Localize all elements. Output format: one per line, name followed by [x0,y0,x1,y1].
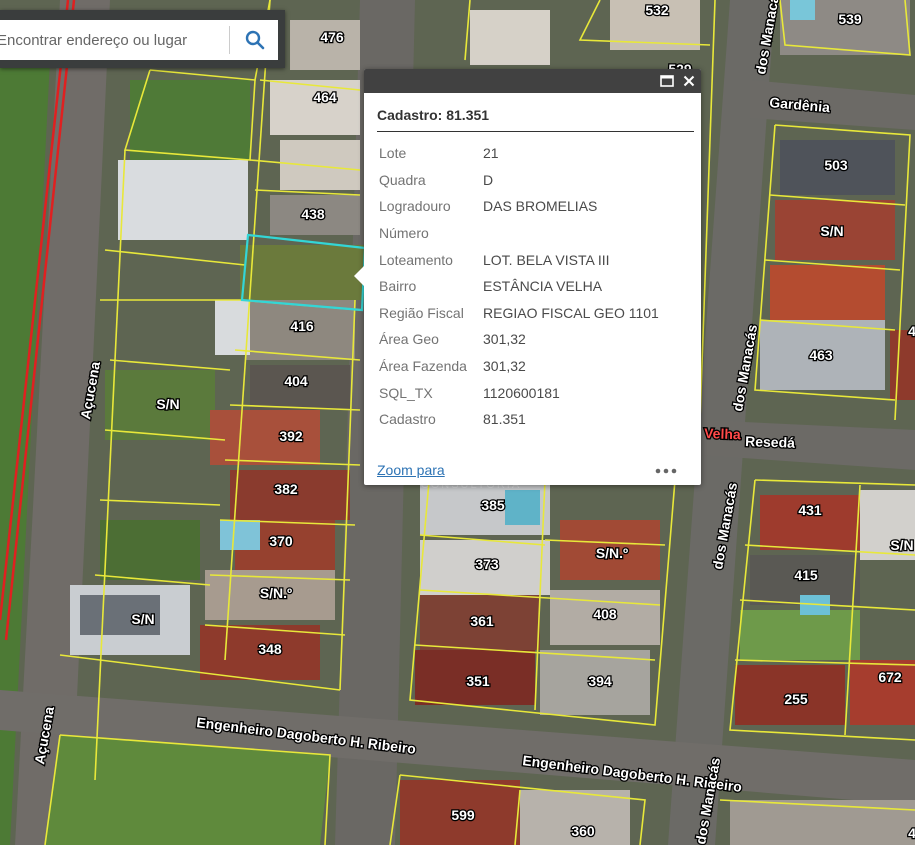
parcel-label: 539 [838,11,862,27]
street-label: Velha [704,425,741,442]
table-row: Quadra D [377,167,659,194]
attribute-value: 81.351 [483,411,526,428]
more-options-icon [655,468,677,474]
parcel-label: 438 [301,206,325,222]
close-icon [683,75,695,87]
parcel-label: 373 [475,556,499,572]
grass-area [100,520,200,580]
parcel-label: 370 [269,533,293,549]
attribute-key: Loteamento [379,251,453,268]
attribute-value: 1120600181 [483,384,560,401]
parcel-label: 361 [470,613,494,629]
parcel-label: S/N [131,611,154,627]
parcel-label: 463 [809,347,833,363]
attribute-key: Área Fazenda [379,358,467,375]
parcel-label: 532 [645,2,669,18]
parcel-label: 351 [466,673,490,689]
parcel-label: 255 [784,691,808,707]
attribute-value: 301,32 [483,358,526,375]
attribute-key: Número [379,225,429,242]
attribute-value: DAS BROMELIAS [483,198,598,215]
search-input[interactable] [0,20,225,60]
search-divider [229,26,230,54]
popup-title: Cadastro: 81.351 [377,107,490,123]
more-options-button[interactable] [654,462,678,480]
parcel-label: 404 [284,373,308,389]
parcel-label: 348 [258,641,282,657]
table-row: SQL_TX 1120600181 [377,379,659,406]
parcel-label: 394 [588,673,612,689]
attribute-key: Cadastro [379,411,436,428]
attribute-value: 21 [483,145,499,162]
attribute-value: REGIAO FISCAL GEO 1101 [483,304,659,321]
attribute-value: LOT. BELA VISTA III [483,251,610,268]
street-label: Resedá [745,433,796,451]
parcel-label: 4 [908,825,915,841]
search-widget [0,10,285,68]
attribute-value [483,220,659,247]
parcel-label: 382 [274,481,298,497]
attribute-value: D [483,171,494,188]
parcel-label: S/N [890,537,913,553]
attribute-key: Bairro [379,278,417,295]
table-row: Bairro ESTÂNCIA VELHA [377,273,659,300]
parcel-label: 476 [320,29,344,45]
parcel-label: 599 [451,807,475,823]
attribute-key: Área Geo [379,331,439,348]
table-row: Número [377,220,659,247]
attribute-key: Quadra [379,171,426,188]
attribute-table: Lote 21 Quadra D Logradouro DAS BROMELIAS N… [377,140,659,433]
parcel-label: S/N.º [596,545,628,561]
attribute-value: ESTÂNCIA VELHA [483,278,603,295]
maximize-icon [660,75,674,87]
maximize-button[interactable] [658,72,676,90]
parcel-label: 385 [481,497,505,513]
attribute-key: Lote [379,145,407,162]
table-row: Loteamento LOT. BELA VISTA III [377,246,659,273]
parcel-label: 392 [279,428,303,444]
grass-area [740,610,860,660]
table-row: Área Fazenda 301,32 [377,353,659,380]
attribute-key: Logradouro [379,198,451,215]
table-row: Área Geo 301,32 [377,326,659,353]
search-button[interactable] [232,20,278,60]
parcel-label: S/N [820,223,843,239]
zoom-to-link[interactable]: Zoom para [377,462,445,478]
close-button[interactable] [680,72,698,90]
table-row: Lote 21 [377,140,659,167]
parcel-label: 4 [908,323,915,339]
attribute-key: Região Fiscal [379,304,464,321]
parcel-label: 672 [878,669,902,685]
table-row: Região Fiscal REGIAO FISCAL GEO 1101 [377,300,659,327]
parcel-label: 408 [593,606,617,622]
parcel-label: 431 [798,502,822,518]
grass-area [240,245,365,300]
parcel-label: S/N.º [260,585,292,601]
popup-pointer [354,266,364,286]
table-row: Cadastro 81.351 [377,406,659,433]
popup-titlebar [364,69,701,93]
parcel-label: 503 [824,157,848,173]
parcel-label: 416 [290,318,314,334]
attribute-value: 301,32 [483,331,526,348]
search-box [0,20,278,60]
popup-divider [377,131,694,132]
attribute-key: SQL_TX [379,384,433,401]
parcel-label: 415 [794,567,818,583]
search-icon [245,30,265,50]
feature-popup: Cadastro: 81.351 Lote 21 Quadra D Logradou… [354,69,701,485]
grass-area [130,80,250,160]
parcel-label: 464 [313,89,337,105]
table-row: Logradouro DAS BROMELIAS [377,193,659,220]
parcel-label: 360 [571,823,595,839]
parcel-label: S/N [156,396,179,412]
